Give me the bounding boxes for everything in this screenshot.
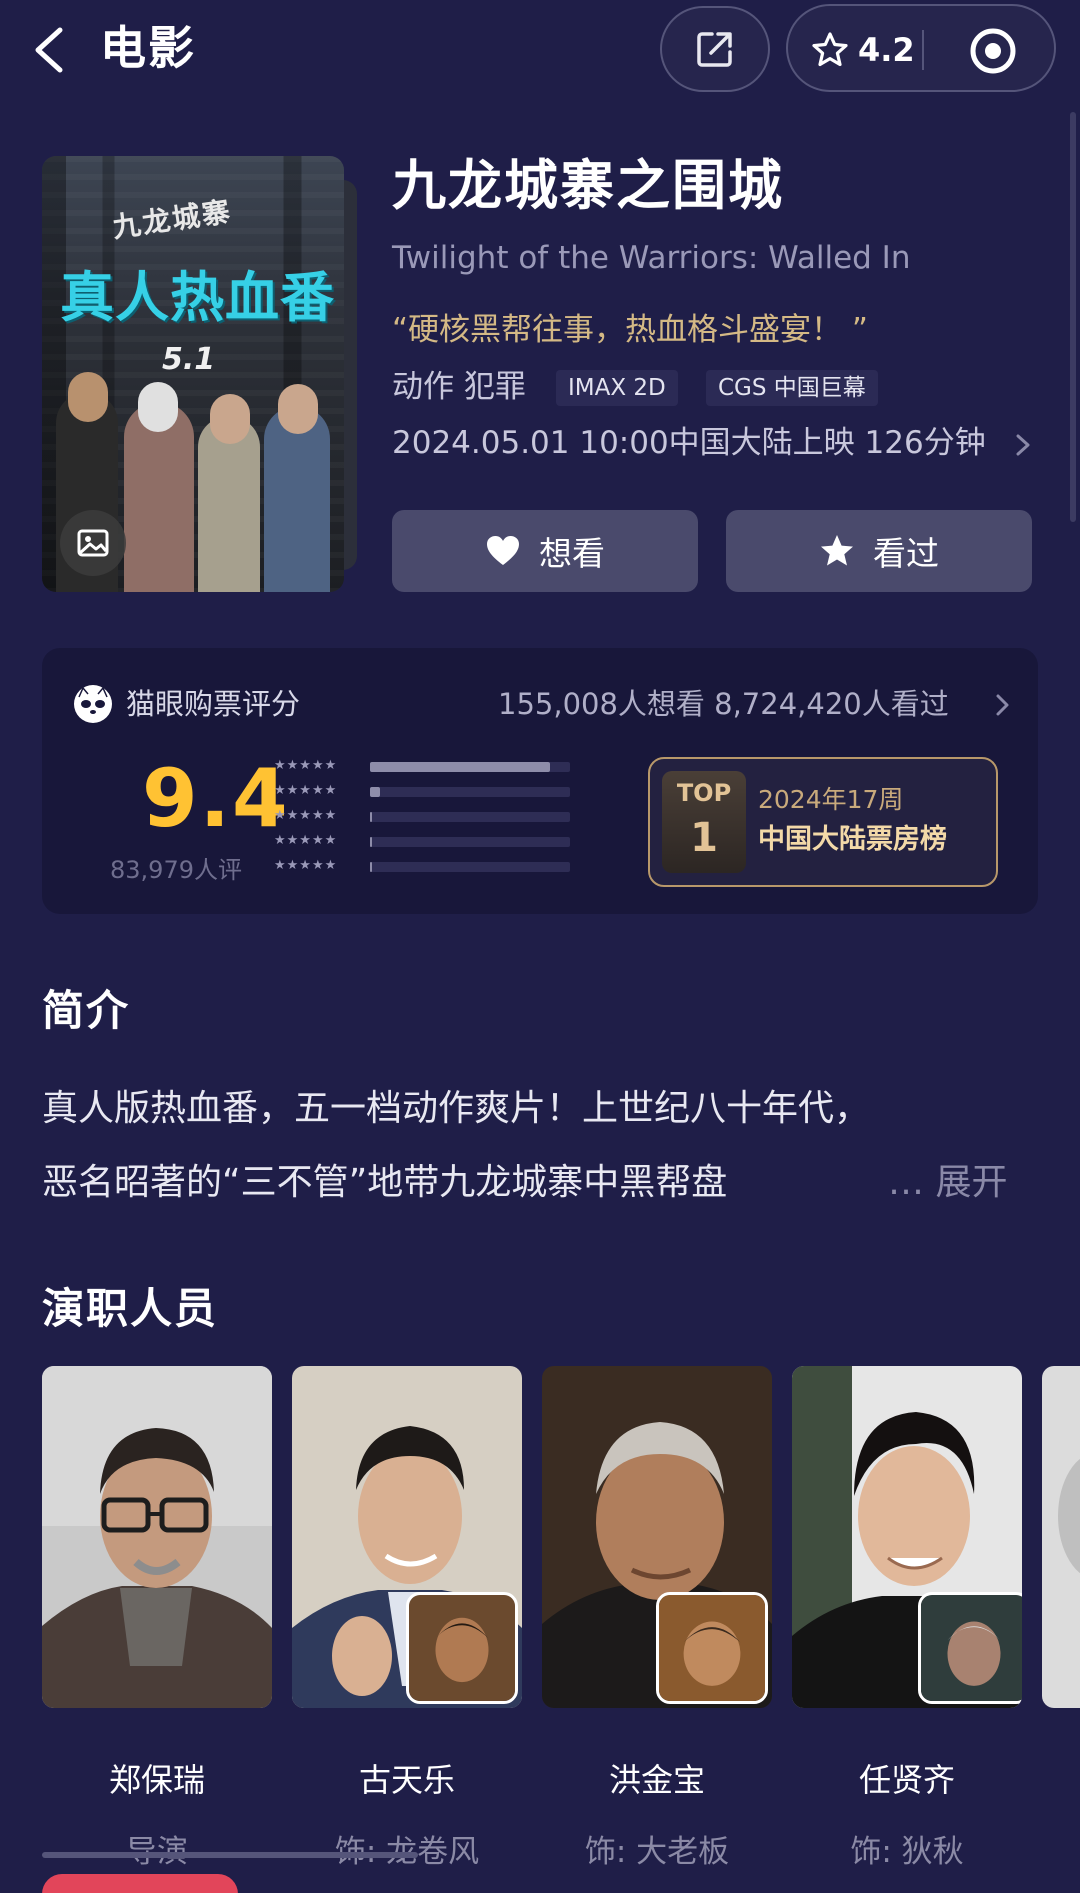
chevron-right-icon[interactable] (1010, 430, 1036, 460)
pill-divider (922, 30, 924, 70)
share-button[interactable] (660, 6, 770, 92)
synopsis-line-2: 恶名昭著的“三不管”地带九龙城寨中黑帮盘 (42, 1162, 728, 1203)
top-label: TOP (676, 779, 732, 807)
movie-poster[interactable]: 九龙城寨 真人热血番 5.1 (42, 156, 344, 592)
top-rank: 1 (690, 815, 718, 861)
synopsis-line-1: 真人版热血番，五一档动作爽片！上世纪八十年代， (42, 1088, 871, 1129)
poster-date-mark: 5.1 (162, 342, 216, 377)
heart-icon (487, 536, 519, 565)
cast-card-director[interactable] (42, 1366, 272, 1708)
rating-bar-stars: ★★★★★ (274, 833, 338, 848)
cast-card-actor-3[interactable] (542, 1366, 772, 1708)
rating-bar-track (370, 812, 570, 822)
target-icon[interactable] (968, 26, 1018, 76)
rating-bar-stars: ★★★★★ (274, 758, 338, 773)
bottom-promo-chip[interactable] (42, 1874, 238, 1893)
star-outline-icon (812, 32, 848, 67)
format-tag: IMAX 2D (556, 370, 678, 406)
maoyan-cat-icon (74, 685, 112, 723)
rating-bar-row: ★★★★★ (274, 808, 576, 824)
synopsis-title: 简介 (42, 986, 131, 1035)
rank-board: 中国大陆票房榜 (758, 824, 947, 855)
movie-tagline: “硬核黑帮往事，热血格斗盛宴！ ” (392, 312, 868, 348)
cast-role: 饰: 大老板 (584, 1834, 730, 1870)
audience-counts[interactable]: 155,008人想看 8,724,420人看过 (498, 684, 949, 724)
rating-source-label: 猫眼购票评分 (126, 687, 301, 721)
rating-score: 9.4 (142, 752, 290, 845)
rating-bar-fill (370, 762, 550, 772)
rating-bar-row: ★★★★★ (274, 858, 576, 874)
watched-label: 看过 (873, 534, 939, 573)
cast-title: 演职人员 (42, 1284, 219, 1333)
role-still-thumbnail (918, 1592, 1022, 1704)
expand-synopsis-button[interactable]: … 展开 (888, 1156, 1007, 1210)
cast-card-actor-5-partial[interactable] (1042, 1366, 1080, 1708)
star-icon (821, 535, 853, 566)
cast-name: 洪金宝 (608, 1761, 705, 1799)
cast-role: 饰: 狄秋 (850, 1834, 964, 1870)
rating-value: 4.2 (858, 31, 915, 69)
poster-headline: 真人热血番 (60, 266, 335, 329)
rating-bar-row: ★★★★★ (274, 783, 576, 799)
rating-bar-row: ★★★★★ (274, 758, 576, 774)
share-icon (697, 32, 732, 67)
chevron-right-icon[interactable] (992, 692, 1014, 718)
page-scrollbar[interactable] (1070, 112, 1076, 522)
role-still-thumbnail (656, 1592, 768, 1704)
watched-button[interactable]: 看过 (726, 510, 1032, 592)
cast-name: 郑保瑞 (108, 1761, 205, 1799)
gallery-button[interactable] (60, 510, 126, 576)
want-label: 想看 (539, 534, 605, 573)
want-to-watch-button[interactable]: 想看 (392, 510, 698, 592)
movie-title: 九龙城寨之围城 (392, 154, 784, 217)
page-title: 电影 (100, 21, 196, 75)
cast-scrollbar[interactable] (42, 1852, 418, 1858)
rank-week: 2024年17周 (758, 785, 904, 814)
back-arrow-icon[interactable] (24, 22, 80, 78)
rating-bar-fill (370, 862, 372, 872)
image-icon (77, 529, 109, 557)
rating-pill[interactable]: 4.2 (786, 4, 1056, 92)
rating-bar-track (370, 862, 570, 872)
rating-bar-fill (370, 812, 372, 822)
role-still-thumbnail (406, 1592, 518, 1704)
movie-genres: 动作 犯罪 (392, 369, 526, 405)
rating-bar-stars: ★★★★★ (274, 808, 338, 823)
rating-bar-fill (370, 837, 372, 847)
cast-photo (42, 1366, 272, 1708)
rating-bar-stars: ★★★★★ (274, 858, 338, 873)
cast-name: 古天乐 (358, 1761, 455, 1799)
rating-bar-fill (370, 787, 380, 797)
rating-bar-track (370, 762, 570, 772)
screen-tag: CGS 中国巨幕 (706, 370, 878, 406)
rating-bar-track (370, 787, 570, 797)
top-rank-emblem: TOP 1 (662, 771, 746, 873)
rating-count: 83,979人评 (110, 856, 242, 884)
rating-bar-stars: ★★★★★ (274, 783, 338, 798)
movie-english-title: Twilight of the Warriors: Walled In (392, 240, 911, 276)
rating-bar-track (370, 837, 570, 847)
cast-photo (1042, 1366, 1080, 1708)
release-info[interactable]: 2024.05.01 10:00中国大陆上映 126分钟 (392, 420, 986, 466)
box-office-rank-badge[interactable]: TOP 1 2024年17周 中国大陆票房榜 (648, 757, 998, 887)
cast-card-actor-2[interactable] (292, 1366, 522, 1708)
cast-card-actor-4[interactable] (792, 1366, 1022, 1708)
cast-name: 任贤齐 (858, 1761, 955, 1799)
poster-stack-edge (343, 180, 357, 570)
rating-bar-row: ★★★★★ (274, 833, 576, 849)
